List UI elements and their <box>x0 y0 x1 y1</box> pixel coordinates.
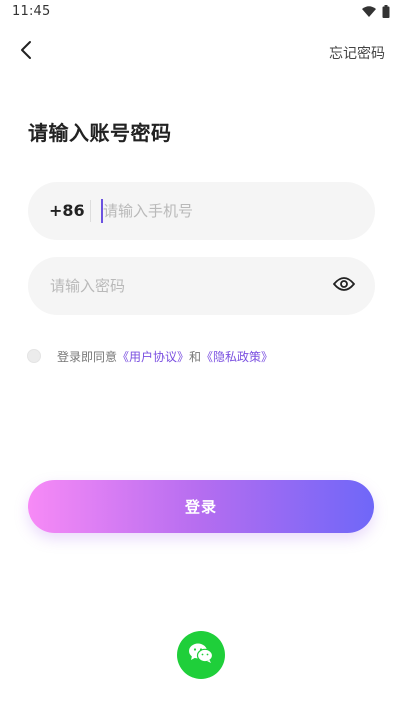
field-divider <box>90 200 91 222</box>
status-bar: 11:45 <box>0 0 402 24</box>
privacy-policy-link[interactable]: 《隐私政策》 <box>201 348 273 365</box>
agreement-conjunction: 和 <box>189 349 202 364</box>
password-visibility-toggle[interactable] <box>332 274 356 298</box>
login-screen: 11:45 忘记密码 请输入账号密码 +86 请输入手机号 登录即同意 《用户协… <box>0 0 402 716</box>
status-icons <box>362 4 390 18</box>
eye-icon <box>333 276 355 296</box>
page-title: 请输入账号密码 <box>28 121 172 145</box>
back-button[interactable] <box>12 38 40 66</box>
wifi-icon <box>362 5 376 17</box>
password-input[interactable] <box>50 257 330 315</box>
phone-field[interactable]: +86 <box>28 182 375 240</box>
agreement-prefix: 登录即同意 <box>57 349 118 364</box>
agreement-row: 登录即同意 《用户协议》 和 《隐私政策》 <box>27 347 273 365</box>
wechat-login-button[interactable] <box>177 631 225 679</box>
wechat-icon <box>188 642 214 668</box>
chevron-left-icon <box>19 40 33 64</box>
user-agreement-link[interactable]: 《用户协议》 <box>117 348 189 365</box>
forgot-password-link[interactable]: 忘记密码 <box>329 43 385 63</box>
battery-icon <box>382 4 390 18</box>
status-time: 11:45 <box>12 4 51 19</box>
password-field[interactable] <box>28 257 375 315</box>
agreement-checkbox[interactable] <box>27 349 41 363</box>
login-button[interactable]: 登录 <box>28 480 374 533</box>
phone-input[interactable] <box>103 182 363 240</box>
country-code-selector[interactable]: +86 <box>49 201 85 220</box>
